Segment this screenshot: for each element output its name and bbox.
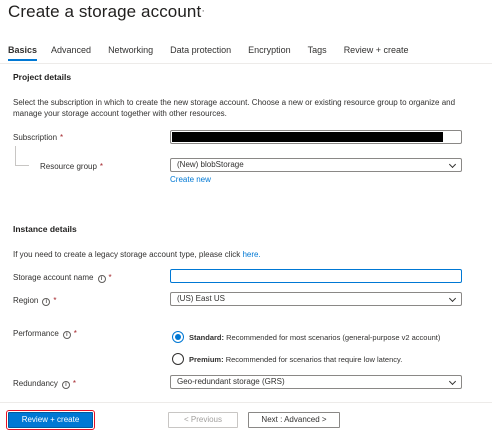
tab-advanced[interactable]: Advanced bbox=[51, 45, 91, 63]
required-marker: * bbox=[73, 329, 77, 338]
redundancy-label-text: Redundancy bbox=[13, 379, 58, 388]
storage-account-name-label-text: Storage account name bbox=[13, 273, 94, 282]
tab-data-protection[interactable]: Data protection bbox=[170, 45, 231, 63]
standard-description: Recommended for most scenarios (general-… bbox=[226, 333, 441, 342]
create-new-link[interactable]: Create new bbox=[170, 175, 211, 184]
tab-encryption[interactable]: Encryption bbox=[248, 45, 291, 63]
required-marker: * bbox=[60, 133, 64, 142]
region-value: (US) East US bbox=[177, 294, 226, 303]
required-marker: * bbox=[72, 379, 77, 388]
subscription-label: Subscription * bbox=[13, 133, 63, 142]
premium-description: Recommended for scenarios that require l… bbox=[225, 355, 403, 364]
info-icon[interactable]: i bbox=[97, 275, 106, 283]
project-description-line-1: Select the subscription in which to crea… bbox=[13, 98, 456, 107]
redundancy-dropdown[interactable]: Geo-redundant storage (GRS) bbox=[170, 375, 462, 389]
info-icon[interactable]: i bbox=[61, 381, 70, 389]
redacted-subscription bbox=[172, 132, 443, 142]
storage-account-name-input[interactable] bbox=[170, 269, 462, 283]
resource-group-label: Resource group * bbox=[40, 162, 103, 171]
legacy-text-body: If you need to create a legacy storage a… bbox=[13, 250, 241, 259]
performance-premium-label: Premium: Recommended for scenarios that … bbox=[189, 355, 402, 364]
tab-divider bbox=[0, 63, 492, 64]
chevron-down-icon bbox=[448, 377, 457, 386]
performance-label-text: Performance bbox=[13, 329, 59, 338]
subscription-field[interactable] bbox=[170, 130, 462, 144]
storage-account-name-value bbox=[171, 276, 176, 285]
storage-account-name-label: Storage account name i * bbox=[13, 273, 112, 283]
chevron-down-icon bbox=[448, 294, 457, 303]
tab-bar: Basics Advanced Networking Data protecti… bbox=[8, 45, 408, 63]
legacy-text: If you need to create a legacy storage a… bbox=[13, 249, 261, 260]
resource-group-label-text: Resource group bbox=[40, 162, 97, 171]
region-label: Region i * bbox=[13, 296, 56, 306]
redundancy-value: Geo-redundant storage (GRS) bbox=[177, 377, 285, 386]
required-marker: * bbox=[99, 162, 104, 171]
tab-basics[interactable]: Basics bbox=[8, 45, 38, 63]
tab-networking[interactable]: Networking bbox=[108, 45, 153, 63]
chevron-down-icon bbox=[448, 160, 457, 169]
resource-group-value: (New) blobStorage bbox=[177, 160, 244, 169]
review-create-button[interactable]: Review + create bbox=[6, 410, 95, 430]
performance-premium-radio[interactable] bbox=[172, 353, 184, 365]
redundancy-label: Redundancy i * bbox=[13, 379, 76, 389]
legacy-here-link[interactable]: here. bbox=[242, 250, 260, 259]
standard-bold: Standard: bbox=[189, 333, 225, 342]
more-options-icon[interactable]: ··· bbox=[192, 5, 206, 17]
required-marker: * bbox=[108, 273, 112, 282]
project-description: Select the subscription in which to crea… bbox=[13, 97, 491, 119]
performance-standard-label: Standard: Recommended for most scenarios… bbox=[189, 333, 440, 342]
tab-review-create[interactable]: Review + create bbox=[344, 45, 409, 63]
info-icon[interactable]: i bbox=[42, 298, 51, 306]
subscription-label-text: Subscription bbox=[13, 133, 58, 142]
resource-group-dropdown[interactable]: (New) blobStorage bbox=[170, 158, 462, 172]
project-details-heading: Project details bbox=[13, 72, 72, 82]
performance-standard-radio[interactable] bbox=[172, 331, 184, 343]
premium-bold: Premium: bbox=[189, 355, 224, 364]
previous-button[interactable]: < Previous bbox=[168, 412, 238, 428]
page-title: Create a storage account bbox=[8, 2, 202, 21]
project-description-line-2: manage your storage account together wit… bbox=[13, 109, 227, 118]
info-icon[interactable]: i bbox=[62, 331, 71, 339]
footer-divider bbox=[0, 402, 492, 403]
tab-tags[interactable]: Tags bbox=[308, 45, 327, 63]
next-advanced-button[interactable]: Next : Advanced > bbox=[248, 412, 340, 428]
region-label-text: Region bbox=[13, 296, 39, 305]
performance-label: Performance i * bbox=[13, 329, 77, 339]
instance-details-heading: Instance details bbox=[13, 224, 77, 234]
tree-connector bbox=[15, 146, 16, 166]
region-dropdown[interactable]: (US) East US bbox=[170, 292, 462, 306]
tree-connector-branch bbox=[15, 165, 29, 166]
required-marker: * bbox=[53, 296, 57, 305]
